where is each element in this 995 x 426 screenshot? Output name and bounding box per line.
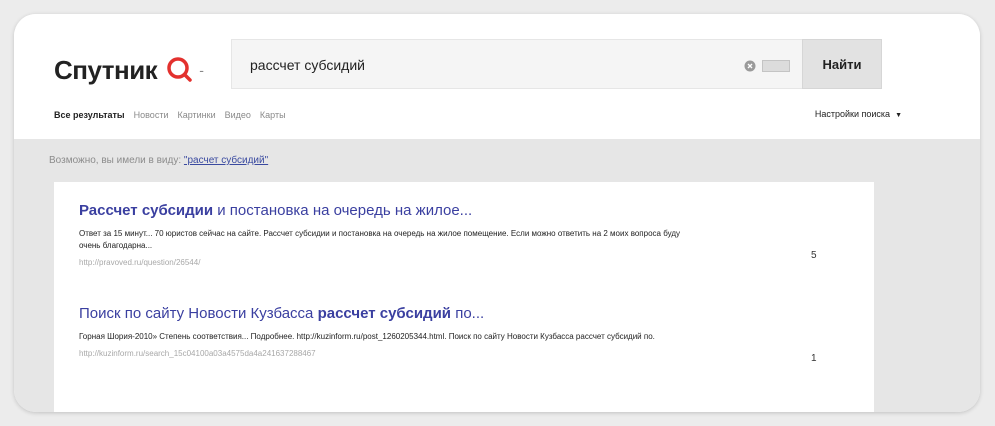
tab-maps[interactable]: Карты [260, 110, 286, 120]
tab-images[interactable]: Картинки [177, 110, 215, 120]
result-url[interactable]: http://pravoved.ru/question/26544/ [79, 258, 849, 267]
logo[interactable]: Спутник - [54, 50, 204, 90]
search-tabs: Все результаты Новости Картинки Видео Ка… [54, 110, 286, 120]
caret-down-icon: ▼ [895, 112, 902, 119]
search-settings[interactable]: Настройки поиска ▼ [815, 109, 902, 119]
result-title-after: по... [451, 305, 485, 322]
logo-dash: - [199, 62, 204, 78]
search-box [231, 39, 803, 89]
browser-frame: Спутник - Найти Все результаты Новости К… [14, 14, 980, 412]
result-title-link[interactable]: Рассчет субсидии и постановка на очередь… [79, 202, 849, 219]
result-count: 1 [811, 353, 817, 364]
search-result: Рассчет субсидии и постановка на очередь… [79, 202, 849, 267]
result-title-rest: и постановка на очередь на жилое... [213, 202, 473, 219]
result-snippet: Ответ за 15 минут... 70 юристов сейчас н… [79, 229, 681, 250]
result-count: 5 [811, 250, 817, 261]
result-title-bold: Рассчет субсидии [79, 202, 214, 219]
result-title-link[interactable]: Поиск по сайту Новости Кузбасса рассчет … [79, 305, 849, 322]
logo-text: Спутник [54, 54, 158, 85]
search-button[interactable]: Найти [802, 39, 882, 89]
result-snippet: Горная Шория-2010» Степень соответствия.… [79, 332, 655, 341]
result-url[interactable]: http://kuzinform.ru/search_15c04100a03a4… [79, 349, 849, 358]
result-title-before: Поиск по сайту Новости Кузбасса [79, 305, 318, 322]
did-you-mean: Возможно, вы имели в виду: "расчет субси… [49, 155, 268, 166]
did-you-mean-prefix: Возможно, вы имели в виду: [49, 155, 182, 166]
result-title-bold: рассчет субсидий [317, 305, 452, 322]
search-magnifier-logo-icon [167, 57, 192, 82]
keyboard-icon[interactable] [762, 60, 790, 72]
did-you-mean-link[interactable]: "расчет субсидий" [184, 155, 268, 166]
results-list: Рассчет субсидии и постановка на очередь… [54, 182, 874, 412]
search-result: Поиск по сайту Новости Кузбасса рассчет … [79, 305, 849, 364]
tab-video[interactable]: Видео [225, 110, 251, 120]
header: Спутник - Найти Все результаты Новости К… [14, 14, 980, 139]
search-input[interactable] [250, 54, 710, 76]
search-settings-label: Настройки поиска [814, 109, 891, 119]
tab-news[interactable]: Новости [134, 110, 169, 120]
tab-all-results[interactable]: Все результаты [54, 110, 125, 120]
clear-icon[interactable] [744, 60, 756, 72]
